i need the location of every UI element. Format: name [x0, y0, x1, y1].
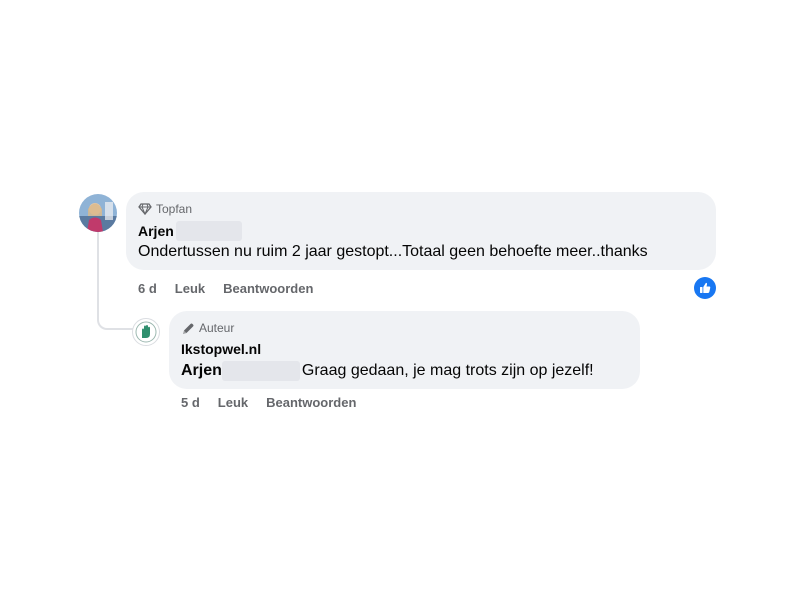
reply-author-name[interactable]: Ikstopwel.nl: [181, 341, 261, 357]
diamond-icon: [138, 203, 152, 215]
reply-bubble: Auteur Ikstopwel.nl Arjen Graag gedaan, …: [169, 311, 640, 389]
page-avatar[interactable]: [132, 318, 160, 346]
reply-text-row: Arjen Graag gedaan, je mag trots zijn op…: [181, 361, 594, 381]
mention-link[interactable]: Arjen: [181, 362, 222, 380]
comment-timestamp[interactable]: 6 d: [138, 281, 157, 296]
topfan-badge: Topfan: [138, 202, 192, 216]
comment-bubble: Topfan Arjen Ondertussen nu ruim 2 jaar …: [126, 192, 716, 270]
thumbs-up-icon[interactable]: [694, 277, 716, 299]
like-button[interactable]: Leuk: [175, 281, 205, 296]
reply-button[interactable]: Beantwoorden: [266, 395, 356, 410]
reply-text: Graag gedaan, je mag trots zijn op jezel…: [301, 362, 594, 379]
redacted-surname: [221, 361, 300, 381]
reply-actions: 5 d Leuk Beantwoorden: [181, 395, 356, 410]
badge-label: Topfan: [156, 202, 193, 216]
author-row: Arjen: [138, 221, 242, 241]
comment-text: Ondertussen nu ruim 2 jaar gestopt...Tot…: [138, 243, 648, 260]
like-button[interactable]: Leuk: [218, 395, 248, 410]
comment-author-name[interactable]: Arjen: [138, 223, 174, 239]
comment-actions: 6 d Leuk Beantwoorden: [138, 281, 313, 296]
reply-timestamp[interactable]: 5 d: [181, 395, 200, 410]
redacted-surname: [175, 221, 242, 241]
pencil-icon: [181, 322, 195, 335]
reply-button[interactable]: Beantwoorden: [223, 281, 313, 296]
commenter-avatar[interactable]: [79, 194, 117, 232]
badge-label: Auteur: [199, 321, 235, 335]
author-badge: Auteur: [181, 321, 234, 335]
